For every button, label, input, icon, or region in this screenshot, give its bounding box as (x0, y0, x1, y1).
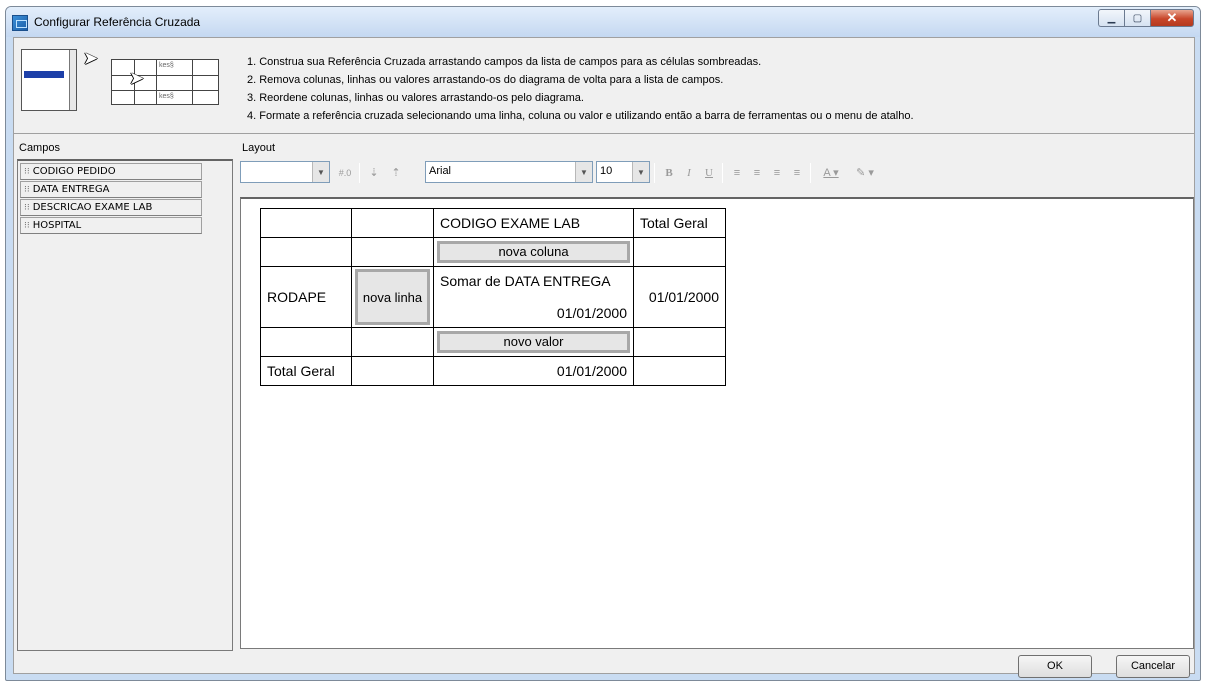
field-label: DESCRICAO EXAME LAB (32, 202, 153, 213)
instruction-step-3: 3. Reordene colunas, linhas ou valores a… (247, 92, 584, 104)
drag-grip-icon: ⁝⁝ (24, 221, 30, 231)
title-bar[interactable]: Configurar Referência Cruzada ▁ ▢ ✕ (6, 7, 1200, 37)
illustration-field-list (21, 49, 77, 111)
field-item-data-entrega[interactable]: ⁝⁝ DATA ENTREGA (20, 181, 202, 198)
crosstab-empty-cell (633, 237, 726, 267)
illustration-grid: kes§ kes§ (111, 59, 219, 105)
new-column-drop-target[interactable]: nova coluna (437, 241, 630, 263)
crosstab-corner-cell (260, 208, 352, 238)
minimize-button[interactable]: ▁ (1098, 9, 1124, 27)
new-row-drop-target[interactable]: nova linha (355, 269, 430, 325)
crosstab-empty-cell (633, 356, 726, 386)
value-sample: 01/01/2000 (556, 305, 627, 321)
align-left-icon[interactable]: ≡ (728, 164, 746, 182)
total-geral-row-header[interactable]: Total Geral (260, 356, 352, 386)
sort-ascending-icon[interactable]: ⇣ (364, 164, 384, 182)
layout-label: Layout (242, 142, 276, 154)
underline-button[interactable]: U (700, 164, 718, 182)
crosstab-corner-cell (351, 208, 434, 238)
sort-descending-icon[interactable]: ⇡ (386, 164, 406, 182)
chevron-down-icon[interactable]: ▼ (312, 162, 329, 182)
chevron-down-icon[interactable]: ▼ (632, 162, 649, 182)
instruction-step-2: 2. Remova colunas, linhas ou valores arr… (247, 74, 724, 86)
crosstab-diagram: CODIGO EXAME LAB Total Geral nova coluna… (260, 208, 726, 386)
minimize-icon: ▁ (1107, 12, 1116, 24)
new-row-drop-cell[interactable]: nova linha (351, 266, 434, 328)
field-item-descricao-exame-lab[interactable]: ⁝⁝ DESCRICAO EXAME LAB (20, 199, 202, 216)
new-column-drop-cell[interactable]: nova coluna (433, 237, 634, 267)
drag-cursor-icon: ➤ (129, 68, 145, 88)
font-combo-value: Arial (429, 165, 452, 177)
value-field-label: Somar de DATA ENTREGA (440, 273, 611, 289)
grand-total-cell: 01/01/2000 (433, 356, 634, 386)
field-label: CODIGO PEDIDO (32, 166, 116, 177)
field-item-hospital[interactable]: ⁝⁝ HOSPITAL (20, 217, 202, 234)
illustration-label-1: kes§ (159, 62, 174, 69)
drag-grip-icon: ⁝⁝ (24, 203, 30, 213)
italic-button[interactable]: I (680, 164, 698, 182)
fill-color-icon[interactable]: ✎ ▾ (850, 164, 880, 182)
crosstab-empty-cell (351, 237, 434, 267)
total-geral-column-header[interactable]: Total Geral (633, 208, 726, 238)
close-button[interactable]: ✕ (1150, 9, 1194, 27)
instructions-panel: ➤ kes§ kes§ ➤ 1. Construa sua Referência… (14, 38, 1194, 134)
font-size-combo[interactable]: 10 ▼ (596, 161, 650, 183)
value-field-cell[interactable]: Somar de DATA ENTREGA 01/01/2000 (433, 266, 634, 328)
new-value-drop-cell[interactable]: novo valor (433, 327, 634, 357)
crosstab-layout-canvas[interactable]: CODIGO EXAME LAB Total Geral nova coluna… (240, 197, 1194, 649)
chevron-down-icon[interactable]: ▼ (575, 162, 592, 182)
crosstab-empty-cell (633, 327, 726, 357)
align-center-icon[interactable]: ≡ (748, 164, 766, 182)
row-total-cell: 01/01/2000 (633, 266, 726, 328)
field-label: HOSPITAL (32, 220, 82, 231)
column-field-cell[interactable]: CODIGO EXAME LAB (433, 208, 634, 238)
format-combo[interactable]: ▼ (240, 161, 330, 183)
row-field-cell[interactable]: RODAPE (260, 266, 352, 328)
instruction-step-1: 1. Construa sua Referência Cruzada arras… (247, 56, 762, 68)
field-list[interactable]: ⁝⁝ CODIGO PEDIDO ⁝⁝ DATA ENTREGA ⁝⁝ DESCRIC… (17, 159, 233, 651)
align-justify-icon[interactable]: ≡ (788, 164, 806, 182)
align-right-icon[interactable]: ≡ (768, 164, 786, 182)
column-field-label: CODIGO EXAME LAB (440, 215, 581, 231)
number-format-button[interactable]: #.0 (334, 164, 356, 182)
campos-label: Campos (19, 142, 60, 154)
drag-grip-icon: ⁝⁝ (24, 167, 30, 177)
crosstab-empty-cell (260, 237, 352, 267)
instruction-step-4: 4. Formate a referência cruzada selecion… (247, 110, 914, 122)
instruction-steps: 1. Construa sua Referência Cruzada arras… (247, 54, 914, 126)
font-color-icon[interactable]: A ▾ (816, 164, 846, 182)
drag-grip-icon: ⁝⁝ (24, 185, 30, 195)
drag-illustration: ➤ kes§ kes§ ➤ (21, 49, 221, 111)
dialog-client-area: ➤ kes§ kes§ ➤ 1. Construa sua Referência… (13, 37, 1195, 678)
cancel-button[interactable]: Cancelar (1116, 655, 1190, 678)
cursor-icon: ➤ (83, 48, 99, 68)
app-icon (12, 15, 28, 31)
row-field-label: RODAPE (267, 289, 327, 305)
crosstab-config-window: Configurar Referência Cruzada ▁ ▢ ✕ ➤ ke… (5, 6, 1201, 681)
crosstab-empty-cell (351, 356, 434, 386)
maximize-icon: ▢ (1132, 12, 1143, 24)
maximize-button[interactable]: ▢ (1124, 9, 1150, 27)
format-toolbar: ▼ #.0 ⇣ ⇡ Arial ▼ 10 ▼ B I U ≡ ≡ ≡ ≡ A ▾… (240, 161, 1190, 185)
illustration-label-2: kes§ (159, 93, 174, 100)
bold-button[interactable]: B (660, 164, 678, 182)
field-label: DATA ENTREGA (32, 184, 110, 195)
ok-button[interactable]: OK (1018, 655, 1092, 678)
crosstab-empty-cell (351, 327, 434, 357)
font-size-value: 10 (600, 165, 613, 177)
close-icon: ✕ (1166, 10, 1178, 25)
field-item-codigo-pedido[interactable]: ⁝⁝ CODIGO PEDIDO (20, 163, 202, 180)
crosstab-empty-cell (260, 327, 352, 357)
font-combo[interactable]: Arial ▼ (425, 161, 593, 183)
new-value-drop-target[interactable]: novo valor (437, 331, 630, 353)
window-title: Configurar Referência Cruzada (34, 15, 201, 29)
